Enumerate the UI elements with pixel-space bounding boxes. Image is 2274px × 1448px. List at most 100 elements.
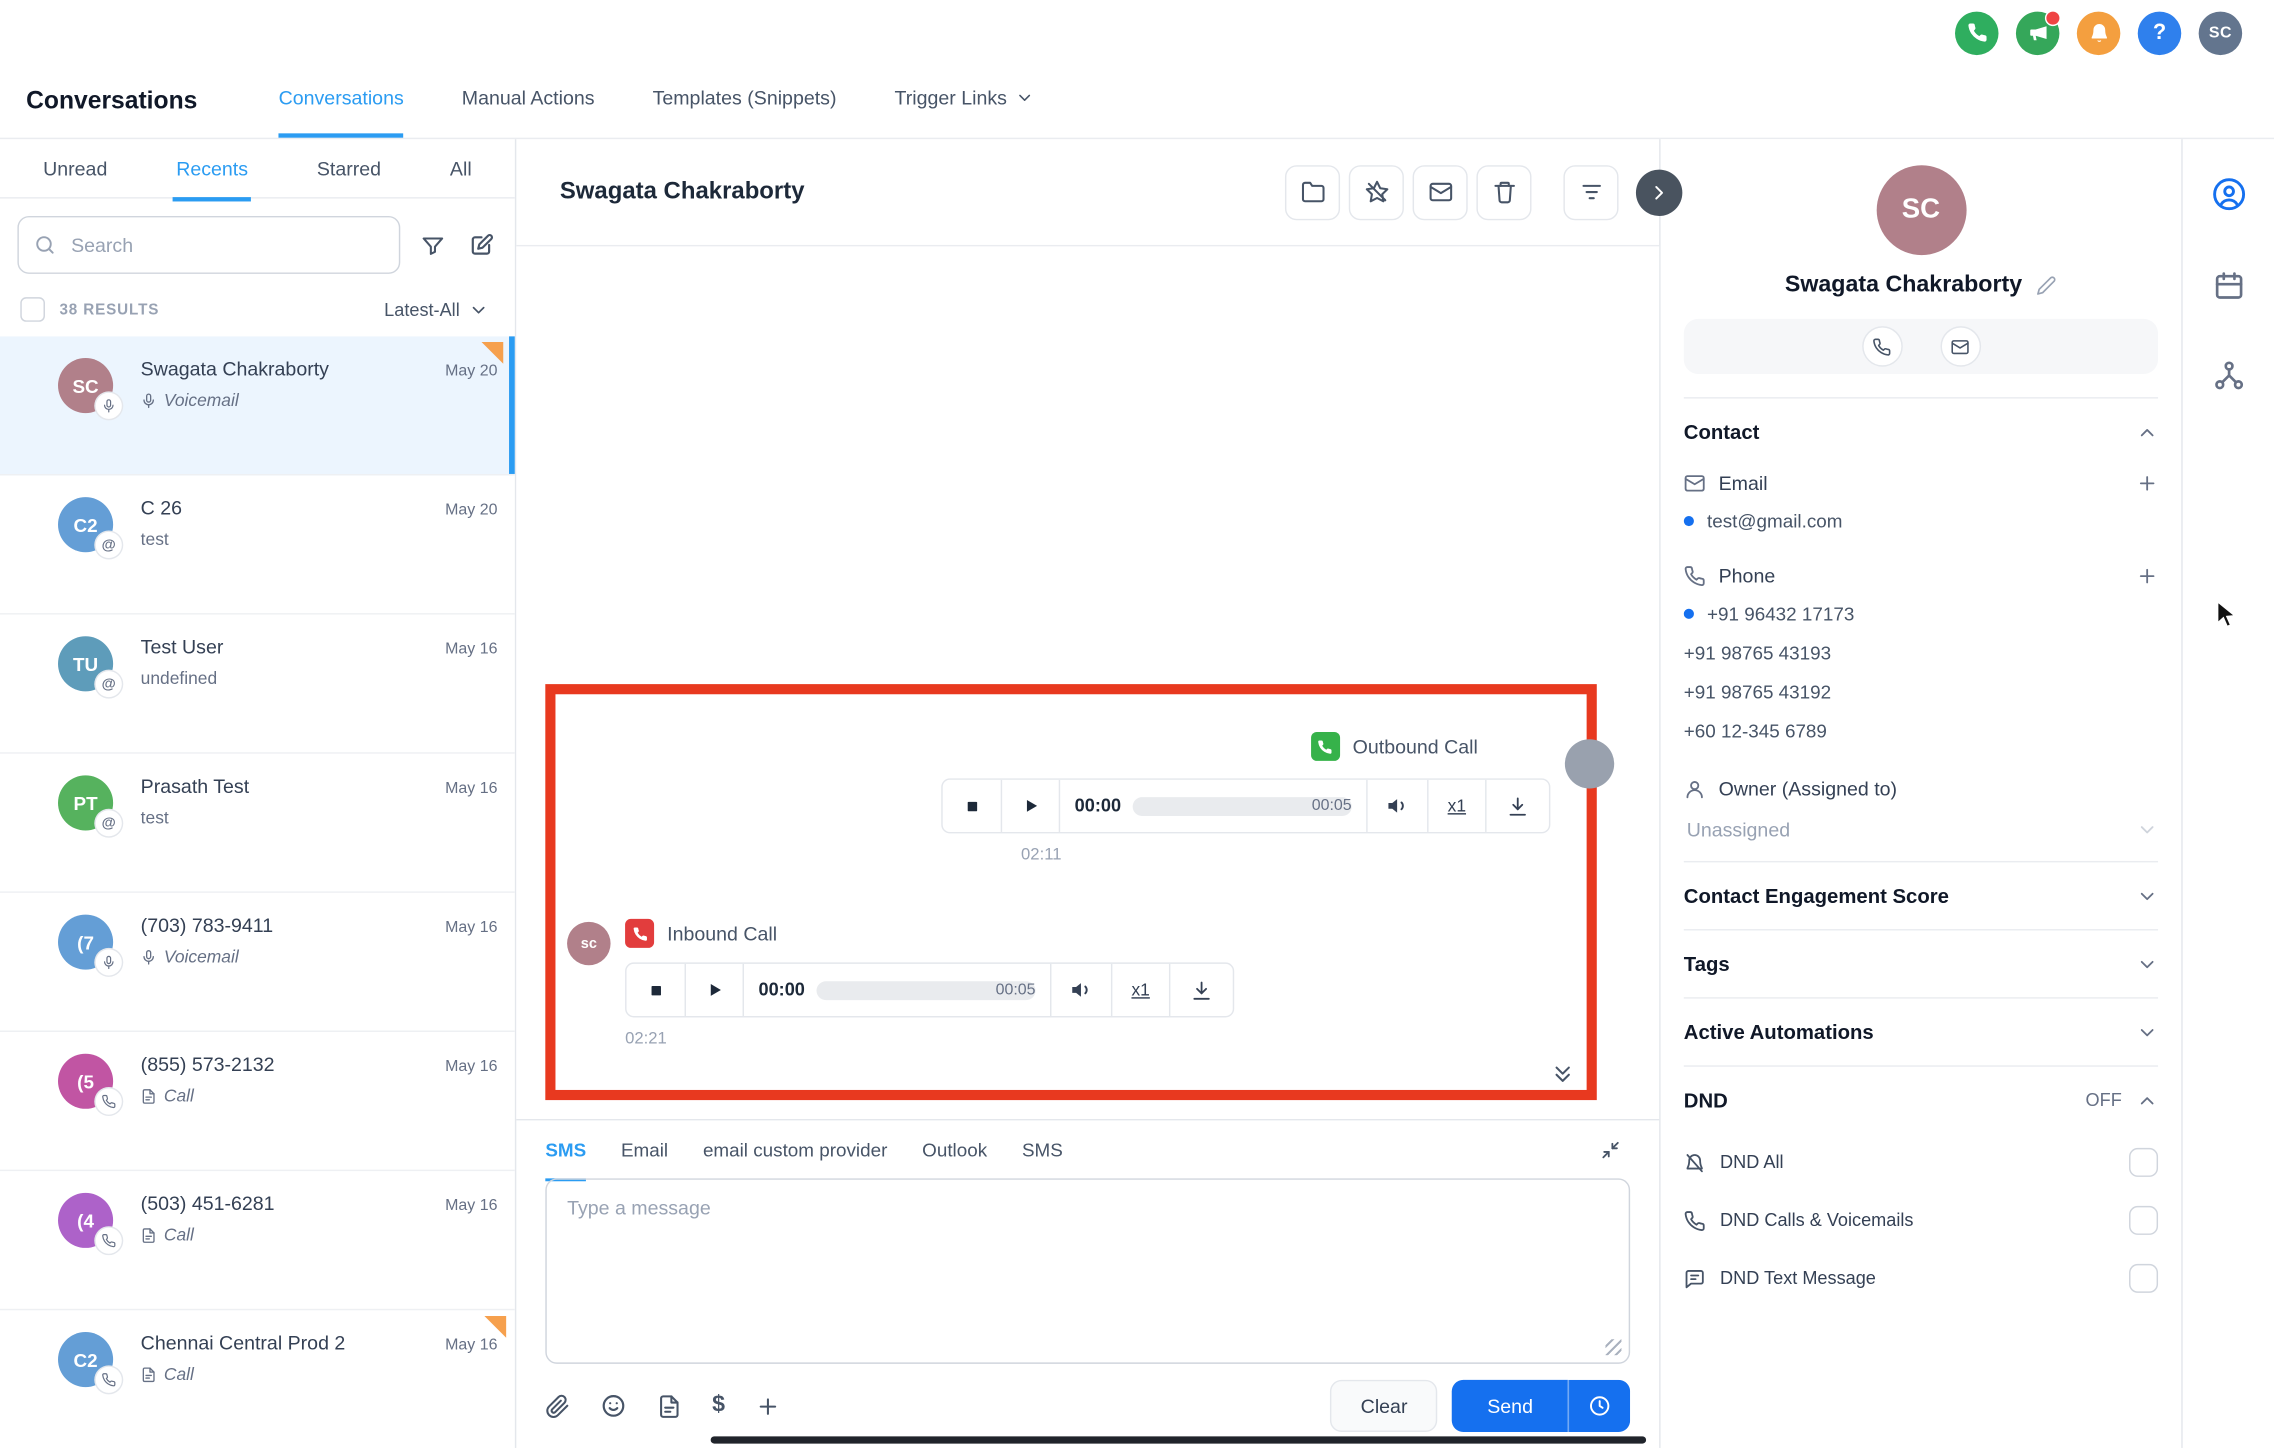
smiley-icon (600, 1393, 626, 1419)
clock-icon (1588, 1394, 1611, 1417)
phone-button[interactable] (1955, 11, 1999, 54)
phone-value[interactable]: +91 98765 43192 (1684, 673, 2158, 712)
mark-unread-button[interactable] (1413, 165, 1468, 220)
call-badge-icon (96, 1228, 122, 1254)
templates-button[interactable] (657, 1394, 682, 1419)
collapse-composer-button[interactable] (1591, 1137, 1630, 1162)
phone-value[interactable]: +91 96432 17173 (1684, 594, 2158, 633)
tab-conversations[interactable]: Conversations (279, 57, 404, 138)
appointments-rail-button[interactable] (2212, 270, 2244, 302)
sort-dropdown[interactable]: Latest-All (375, 298, 497, 321)
edit-contact-button[interactable] (2037, 275, 2057, 295)
play-button[interactable] (685, 964, 743, 1016)
notifications-button[interactable] (2077, 11, 2121, 54)
tab-starred[interactable]: Starred (314, 139, 384, 201)
compose-button[interactable] (466, 229, 498, 261)
tab-unread[interactable]: Unread (40, 139, 110, 201)
contact-details-panel: SC Swagata Chakraborty Contact Email (1659, 139, 2181, 1448)
help-button[interactable]: ? (2138, 11, 2182, 54)
section-contact[interactable]: Contact (1684, 397, 2158, 465)
email-contact-button[interactable] (1940, 326, 1981, 367)
unstar-button[interactable] (1349, 165, 1404, 220)
section-engagement-score[interactable]: Contact Engagement Score (1684, 861, 2158, 929)
add-more-button[interactable] (755, 1394, 780, 1419)
clear-button[interactable]: Clear (1330, 1380, 1438, 1432)
conversation-row[interactable]: PT @ Prasath TestMay 16 test (0, 754, 515, 893)
conversation-row[interactable]: (5 (855) 573-2132May 16 Call (0, 1032, 515, 1171)
phone-icon (1684, 565, 1706, 587)
payments-button[interactable]: $ (712, 1393, 725, 1419)
volume-button[interactable] (1366, 780, 1427, 832)
phone-value[interactable]: +91 98765 43193 (1684, 633, 2158, 672)
chevron-down-icon (2136, 819, 2158, 841)
search-input[interactable] (68, 233, 384, 258)
dnd-text-checkbox[interactable] (2129, 1264, 2158, 1293)
avatar: sc (567, 922, 611, 965)
filter-button[interactable] (418, 230, 448, 260)
select-all-checkbox[interactable] (20, 297, 45, 322)
bell-off-icon (1684, 1152, 1706, 1174)
conversation-row[interactable]: C2 Chennai Central Prod 2May 16 Call (0, 1310, 515, 1448)
schedule-send-button[interactable] (1568, 1380, 1630, 1432)
section-tags[interactable]: Tags (1684, 929, 2158, 997)
delete-conversation-button[interactable] (1476, 165, 1531, 220)
stop-button[interactable] (943, 780, 1001, 832)
section-active-automations[interactable]: Active Automations (1684, 997, 2158, 1065)
channel-tab-email[interactable]: Email (621, 1117, 668, 1181)
section-dnd[interactable]: DND OFF (1684, 1065, 2158, 1133)
add-email-button[interactable] (2136, 473, 2158, 495)
dnd-calls-checkbox[interactable] (2129, 1206, 2158, 1235)
send-button[interactable]: Send (1452, 1380, 1567, 1432)
next-conversation-button[interactable] (1636, 169, 1682, 215)
stop-button[interactable] (627, 964, 685, 1016)
dnd-all-checkbox[interactable] (2129, 1148, 2158, 1177)
play-button[interactable] (1001, 780, 1059, 832)
tab-trigger-links[interactable]: Trigger Links (894, 57, 1034, 138)
tab-manual-actions[interactable]: Manual Actions (462, 57, 595, 138)
channel-tab-email-custom-provider[interactable]: email custom provider (703, 1117, 887, 1181)
filter-messages-button[interactable] (1563, 165, 1618, 220)
associations-rail-button[interactable] (2212, 359, 2244, 391)
volume-button[interactable] (1050, 964, 1111, 1016)
announcements-button[interactable] (2016, 11, 2060, 54)
channel-tab-sms-2[interactable]: SMS (1022, 1117, 1063, 1181)
email-value[interactable]: test@gmail.com (1684, 501, 2158, 540)
channel-tab-sms[interactable]: SMS (545, 1117, 586, 1181)
attach-file-button[interactable] (545, 1394, 570, 1419)
conversation-row[interactable]: (4 (503) 451-6281May 16 Call (0, 1171, 515, 1310)
total-time: 00:05 (1312, 797, 1352, 814)
call-contact-button[interactable] (1861, 326, 1902, 367)
conversation-pane: Swagata Chakraborty Outbound Call (516, 139, 1659, 1448)
owner-dropdown[interactable]: Unassigned (1684, 807, 2158, 840)
plus-icon (755, 1394, 780, 1419)
person-icon (1684, 778, 1706, 800)
conversation-row[interactable]: C2 @ C 26May 20 test (0, 475, 515, 614)
move-to-folder-button[interactable] (1285, 165, 1340, 220)
floating-button[interactable] (1565, 739, 1614, 788)
doc-icon (141, 1366, 157, 1382)
conversation-row[interactable]: SC Swagata ChakrabortyMay 20 Voicemail (0, 336, 515, 475)
download-button[interactable] (1485, 780, 1549, 832)
emoji-button[interactable] (600, 1393, 626, 1419)
playback-speed-button[interactable]: x1 (1111, 964, 1169, 1016)
conversation-row[interactable]: (7 (703) 783-9411May 16 Voicemail (0, 893, 515, 1032)
tab-recents[interactable]: Recents (173, 139, 251, 201)
add-phone-button[interactable] (2136, 565, 2158, 587)
resize-handle[interactable] (1605, 1339, 1621, 1355)
contact-details-rail-button[interactable] (2211, 177, 2246, 212)
phone-value[interactable]: +60 12-345 6789 (1684, 712, 2158, 751)
conversation-items: SC Swagata ChakrabortyMay 20 Voicemail C… (0, 336, 515, 1448)
message-input[interactable] (547, 1180, 1629, 1363)
user-avatar[interactable]: SC (2199, 11, 2243, 54)
download-button[interactable] (1169, 964, 1233, 1016)
playback-speed-button[interactable]: x1 (1427, 780, 1485, 832)
list-filter-tabs: Unread Recents Starred All (0, 139, 515, 198)
chevron-down-icon (1016, 88, 1035, 107)
conversation-row[interactable]: TU @ Test UserMay 16 undefined (0, 615, 515, 754)
mic-icon (141, 949, 157, 965)
channel-tab-outlook[interactable]: Outlook (922, 1117, 987, 1181)
scroll-to-bottom-icon[interactable] (1550, 1062, 1575, 1087)
tab-templates-snippets[interactable]: Templates (Snippets) (653, 57, 837, 138)
tab-all[interactable]: All (447, 139, 475, 201)
main-nav: Conversations Conversations Manual Actio… (0, 65, 2274, 139)
